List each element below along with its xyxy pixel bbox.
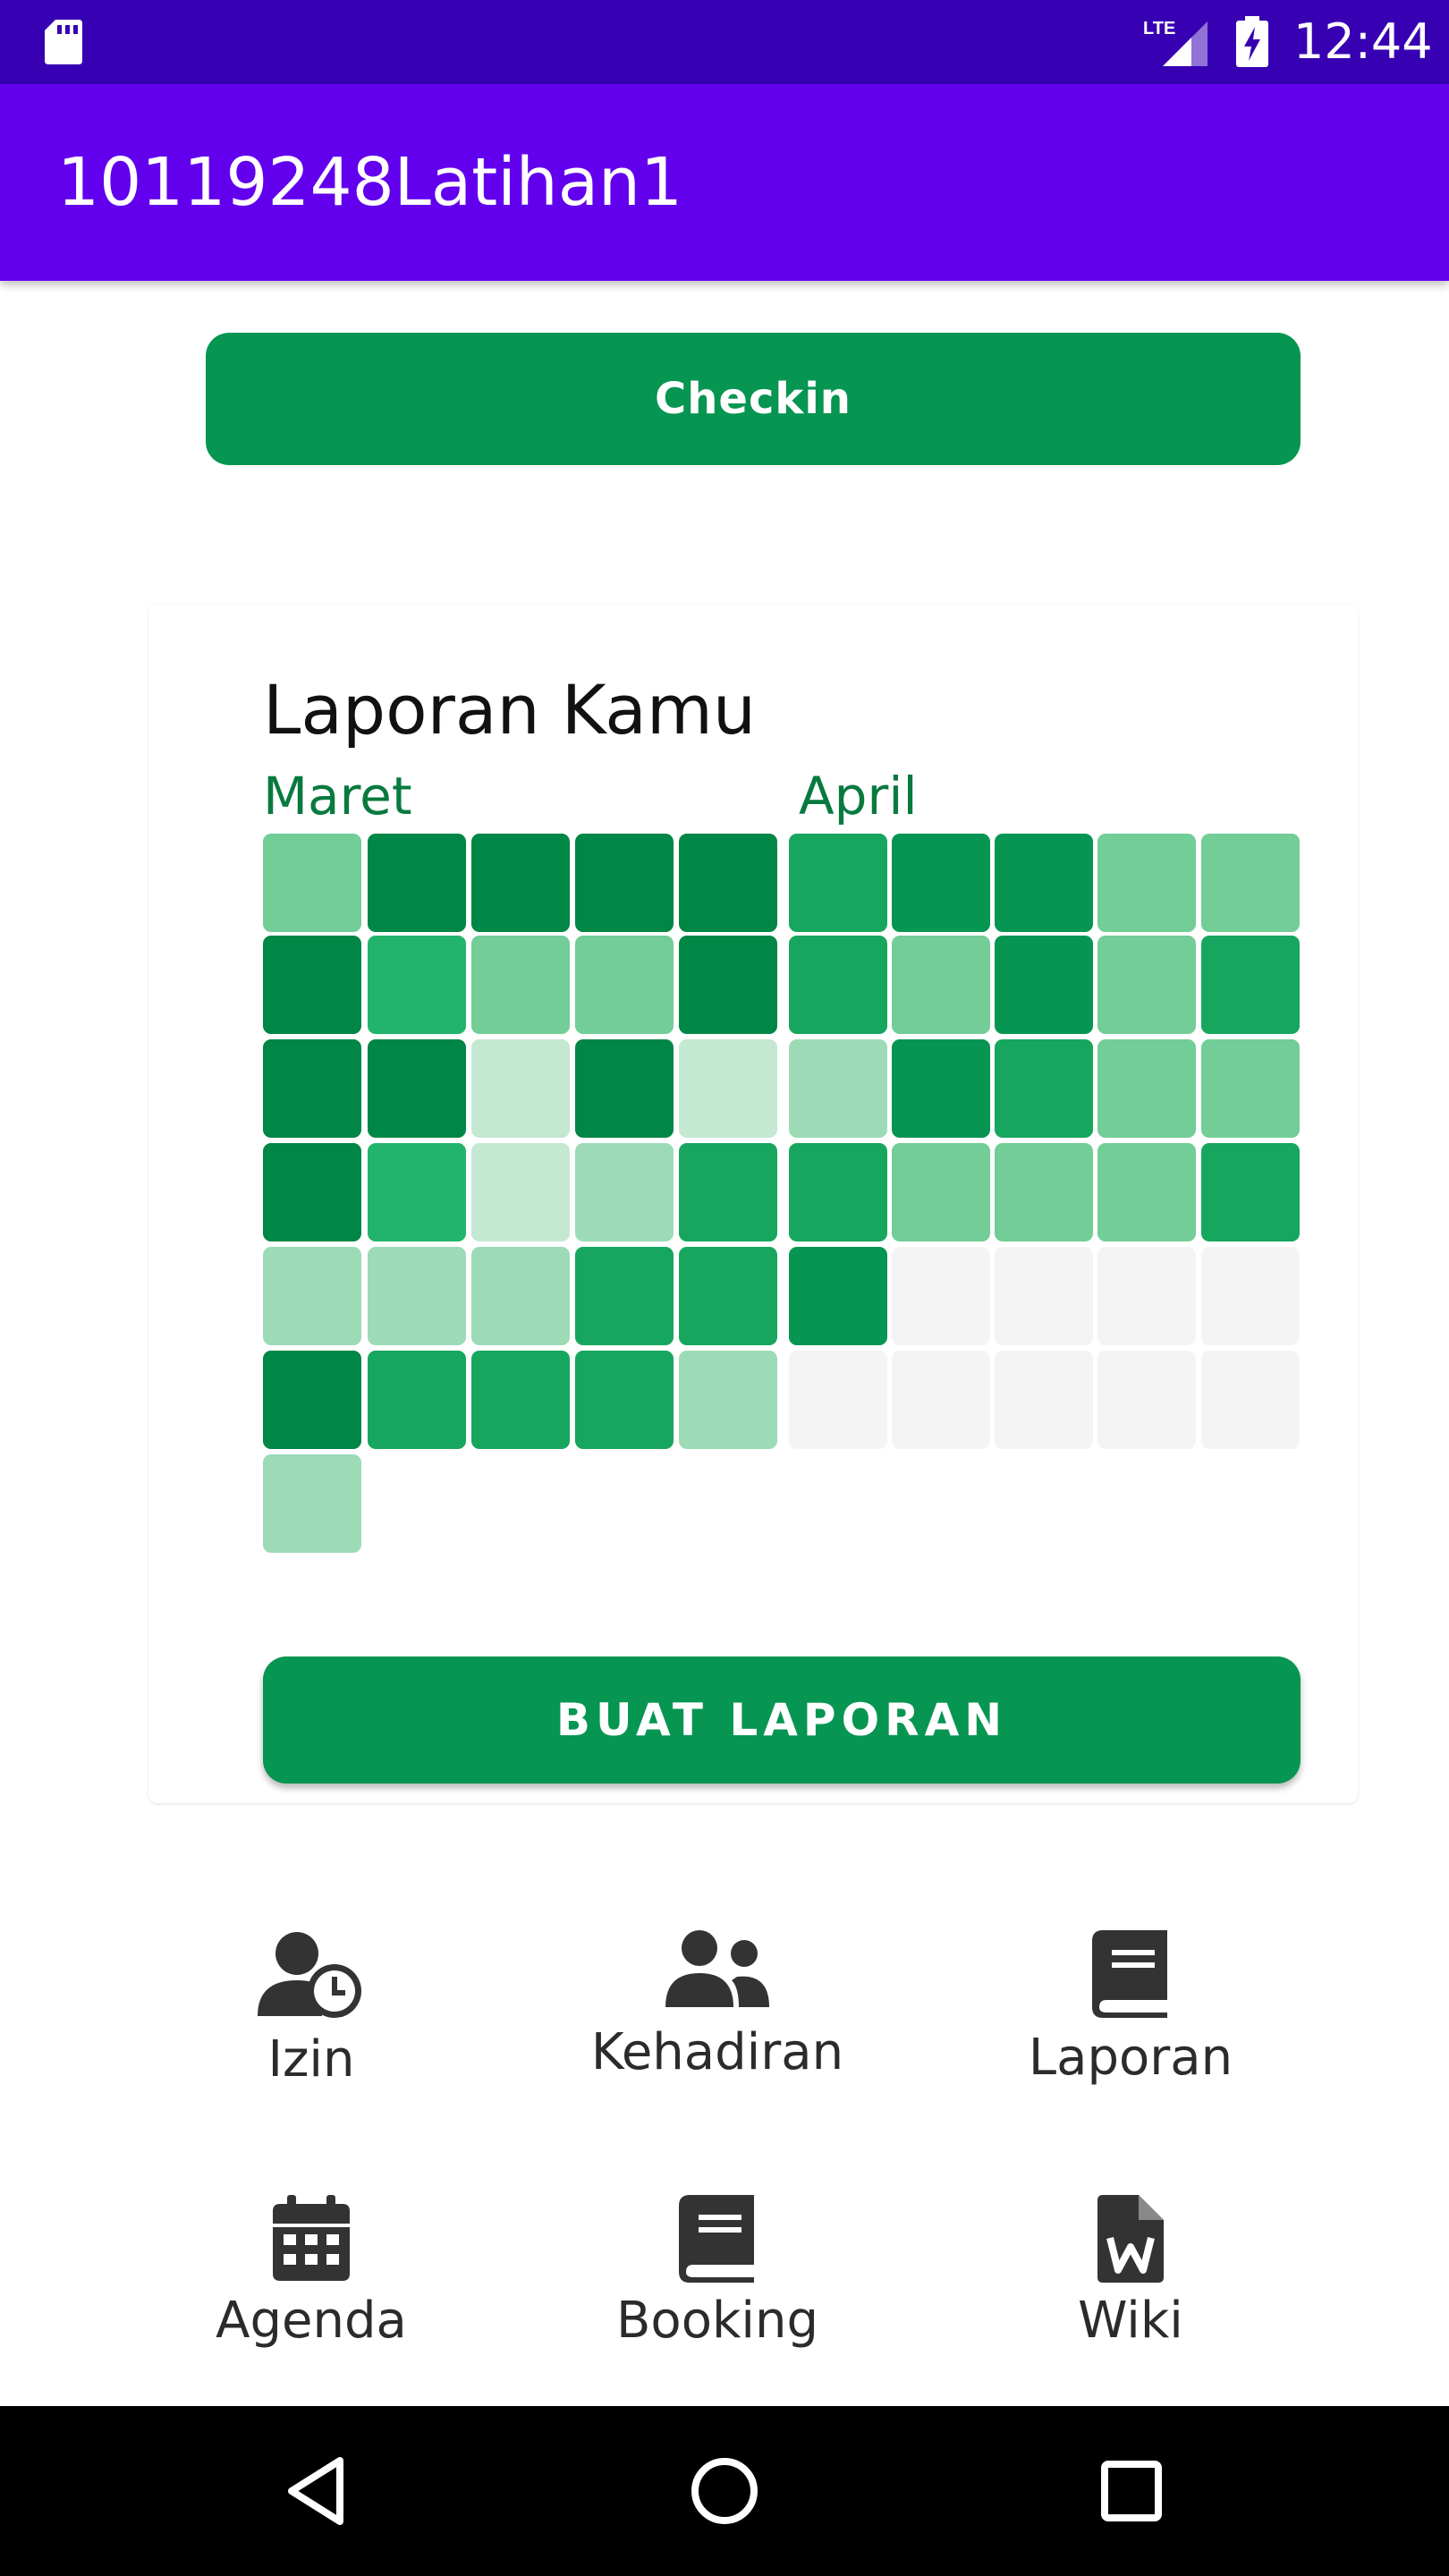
heatmap-cell[interactable] bbox=[263, 834, 361, 932]
menu-label: Laporan bbox=[1028, 2029, 1233, 2087]
heatmap-cell[interactable] bbox=[789, 1143, 887, 1241]
heatmap-cell[interactable] bbox=[575, 1247, 674, 1345]
users-icon bbox=[665, 1930, 769, 2007]
heatmap-cell[interactable] bbox=[575, 1039, 674, 1138]
heatmap-cell[interactable] bbox=[1201, 1351, 1300, 1449]
heatmap-cell[interactable] bbox=[263, 936, 361, 1034]
heatmap-cell[interactable] bbox=[575, 1351, 674, 1449]
menu-label: Izin bbox=[267, 2030, 355, 2089]
heatmap-cell[interactable] bbox=[263, 1143, 361, 1241]
heatmap-cell[interactable] bbox=[892, 1143, 990, 1241]
home-button[interactable] bbox=[675, 2442, 774, 2540]
heatmap-cell[interactable] bbox=[789, 1351, 887, 1449]
heatmap-cell[interactable] bbox=[679, 1039, 777, 1138]
lte-signal-icon: LTE bbox=[1143, 19, 1208, 66]
heatmap-cell[interactable] bbox=[995, 1143, 1093, 1241]
wiki-document-icon bbox=[1097, 2195, 1164, 2283]
back-button[interactable] bbox=[267, 2442, 365, 2540]
heatmap-cell[interactable] bbox=[789, 936, 887, 1034]
buat-laporan-button[interactable]: BUAT LAPORAN bbox=[263, 1657, 1301, 1784]
heatmap-cell[interactable] bbox=[1201, 1039, 1300, 1138]
heatmap-cell[interactable] bbox=[368, 936, 466, 1034]
status-bar: LTE 12:44 bbox=[0, 0, 1449, 84]
checkin-button[interactable]: Checkin bbox=[206, 333, 1301, 465]
heatmap-cell[interactable] bbox=[1097, 1039, 1196, 1138]
heatmap-cell[interactable] bbox=[575, 936, 674, 1034]
heatmap-cell[interactable] bbox=[575, 834, 674, 932]
calendar-icon bbox=[273, 2195, 350, 2281]
heatmap-cell[interactable] bbox=[1201, 1247, 1300, 1345]
heatmap-cell[interactable] bbox=[995, 834, 1093, 932]
heatmap-cell[interactable] bbox=[679, 936, 777, 1034]
heatmap-cell[interactable] bbox=[995, 1351, 1093, 1449]
heatmap-cell[interactable] bbox=[679, 1143, 777, 1241]
heatmap-cell[interactable] bbox=[892, 936, 990, 1034]
home-icon bbox=[691, 2458, 758, 2524]
recents-icon bbox=[1101, 2461, 1162, 2521]
heatmap-cell[interactable] bbox=[995, 1247, 1093, 1345]
menu-item-laporan[interactable]: Laporan bbox=[970, 1930, 1292, 2127]
heatmap-cell[interactable] bbox=[679, 834, 777, 932]
menu-item-izin[interactable]: Izin bbox=[150, 1930, 472, 2127]
month-label-april: April bbox=[799, 766, 918, 826]
heatmap-cell[interactable] bbox=[789, 834, 887, 932]
heatmap-cell[interactable] bbox=[263, 1247, 361, 1345]
menu-label: Kehadiran bbox=[590, 2023, 844, 2081]
heatmap-cell[interactable] bbox=[471, 936, 570, 1034]
menu-item-booking[interactable]: Booking bbox=[556, 2195, 878, 2392]
heatmap-cell[interactable] bbox=[368, 1351, 466, 1449]
heatmap-cell[interactable] bbox=[1097, 1143, 1196, 1241]
menu-item-wiki[interactable]: Wiki bbox=[970, 2195, 1292, 2392]
heatmap-cell[interactable] bbox=[789, 1247, 887, 1345]
heatmap-cell[interactable] bbox=[679, 1351, 777, 1449]
heatmap-cell[interactable] bbox=[471, 834, 570, 932]
heatmap-cell[interactable] bbox=[471, 1039, 570, 1138]
sd-card-icon bbox=[45, 20, 82, 64]
heatmap-cell[interactable] bbox=[892, 834, 990, 932]
heatmap-cell[interactable] bbox=[1201, 936, 1300, 1034]
back-icon bbox=[288, 2457, 343, 2525]
app-title: 10119248Latihan1 bbox=[57, 144, 683, 221]
heatmap-cell[interactable] bbox=[1097, 1351, 1196, 1449]
navigation-bar bbox=[0, 2406, 1449, 2576]
heatmap-cell[interactable] bbox=[471, 1247, 570, 1345]
heatmap-cell[interactable] bbox=[995, 1039, 1093, 1138]
heatmap-cell[interactable] bbox=[995, 936, 1093, 1034]
battery-charging-icon bbox=[1236, 16, 1268, 67]
heatmap-cell[interactable] bbox=[263, 1351, 361, 1449]
heatmap-cell[interactable] bbox=[892, 1247, 990, 1345]
heatmap-cell[interactable] bbox=[575, 1143, 674, 1241]
heatmap-cell[interactable] bbox=[1097, 834, 1196, 932]
app-bar: 10119248Latihan1 bbox=[0, 84, 1449, 281]
heatmap-cell[interactable] bbox=[368, 834, 466, 932]
menu-item-kehadiran[interactable]: Kehadiran bbox=[556, 1930, 878, 2127]
menu-item-agenda[interactable]: Agenda bbox=[150, 2195, 472, 2392]
heatmap-cell[interactable] bbox=[1201, 1143, 1300, 1241]
month-label-maret: Maret bbox=[263, 766, 412, 826]
heatmap-cell[interactable] bbox=[263, 1454, 361, 1553]
network-type-label: LTE bbox=[1143, 19, 1175, 38]
heatmap-cell[interactable] bbox=[471, 1351, 570, 1449]
heatmap-cell[interactable] bbox=[1097, 1247, 1196, 1345]
heatmap-cell[interactable] bbox=[471, 1143, 570, 1241]
clock-time: 12:44 bbox=[1293, 13, 1433, 70]
heatmap-cell[interactable] bbox=[789, 1039, 887, 1138]
heatmap-cell[interactable] bbox=[1097, 936, 1196, 1034]
heatmap-cell[interactable] bbox=[892, 1351, 990, 1449]
book-icon bbox=[679, 2195, 754, 2283]
menu-label: Booking bbox=[616, 2292, 818, 2350]
heatmap-cell[interactable] bbox=[1201, 834, 1300, 932]
menu-label: Agenda bbox=[216, 2292, 407, 2350]
user-clock-icon bbox=[258, 1932, 361, 2018]
menu-label: Wiki bbox=[1078, 2292, 1183, 2350]
heatmap-cell[interactable] bbox=[368, 1143, 466, 1241]
heatmap-cell[interactable] bbox=[892, 1039, 990, 1138]
report-title: Laporan Kamu bbox=[263, 670, 757, 750]
recents-button[interactable] bbox=[1082, 2442, 1181, 2540]
heatmap-cell[interactable] bbox=[368, 1247, 466, 1345]
book-icon bbox=[1092, 1930, 1167, 2018]
heatmap-cell[interactable] bbox=[368, 1039, 466, 1138]
heatmap-cell[interactable] bbox=[679, 1247, 777, 1345]
heatmap-cell[interactable] bbox=[263, 1039, 361, 1138]
